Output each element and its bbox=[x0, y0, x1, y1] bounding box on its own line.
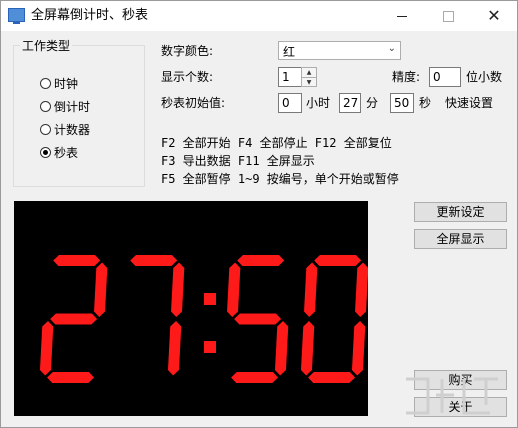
color-value: 红 bbox=[283, 45, 296, 59]
radio-indicator bbox=[40, 123, 51, 135]
app-window: 全屏幕倒计时、秒表 ✕ 工作类型 时钟 倒计时 计数器 秒表 数字颜色: 红 ⌄… bbox=[0, 0, 518, 428]
close-button[interactable]: ✕ bbox=[471, 1, 517, 31]
mode-group: 工作类型 时钟 倒计时 计数器 秒表 bbox=[13, 37, 145, 187]
radio-indicator-selected bbox=[40, 146, 51, 158]
title-bar: 全屏幕倒计时、秒表 ✕ bbox=[1, 1, 517, 31]
digit-0 bbox=[300, 255, 368, 383]
monitor-icon bbox=[8, 8, 25, 24]
color-label: 数字颜色: bbox=[161, 44, 214, 58]
hint-line: F3 导出数据 F11 全屏显示 bbox=[161, 154, 315, 168]
hours-unit: 小时 bbox=[306, 96, 331, 110]
mode-group-title: 工作类型 bbox=[20, 37, 73, 54]
window-title: 全屏幕倒计时、秒表 bbox=[31, 8, 149, 23]
maximize-icon bbox=[442, 10, 454, 22]
radio-countdown[interactable]: 倒计时 bbox=[40, 98, 90, 114]
chevron-down-icon: ⌄ bbox=[387, 43, 396, 54]
radio-label: 计数器 bbox=[54, 122, 91, 137]
minimize-button[interactable] bbox=[379, 1, 425, 31]
seven-segment-readout bbox=[39, 255, 368, 383]
init-label: 秒表初始值: bbox=[161, 96, 226, 110]
watermark-logo bbox=[406, 377, 498, 415]
digit-2 bbox=[39, 255, 108, 383]
precision-field[interactable]: 0 bbox=[429, 67, 461, 87]
color-select[interactable]: 红 ⌄ bbox=[278, 41, 401, 60]
minutes-unit: 分 bbox=[366, 96, 379, 110]
count-label: 显示个数: bbox=[161, 70, 214, 84]
radio-stopwatch[interactable]: 秒表 bbox=[40, 144, 78, 160]
spin-down-icon[interactable]: ▼ bbox=[302, 78, 316, 87]
timer-display bbox=[14, 201, 368, 416]
count-spinner[interactable]: ▲ ▼ bbox=[301, 67, 317, 87]
radio-indicator bbox=[40, 77, 51, 89]
digit-7 bbox=[130, 255, 185, 376]
maximize-button[interactable] bbox=[425, 1, 471, 31]
count-field[interactable]: 1 bbox=[278, 67, 302, 87]
radio-clock[interactable]: 时钟 bbox=[40, 75, 78, 91]
seconds-field[interactable]: 50 bbox=[390, 93, 414, 113]
digit-5 bbox=[227, 255, 289, 383]
radio-indicator bbox=[40, 100, 51, 112]
hint-line: F5 全部暂停 1~9 按编号，单个开始或暂停 bbox=[161, 172, 399, 186]
quick-setup-link[interactable]: 快速设置 bbox=[445, 95, 493, 111]
spin-up-icon[interactable]: ▲ bbox=[302, 68, 316, 78]
close-icon: ✕ bbox=[487, 6, 501, 25]
radio-label: 秒表 bbox=[54, 145, 79, 160]
minutes-field[interactable]: 27 bbox=[339, 93, 361, 113]
precision-label: 精度: bbox=[392, 70, 421, 84]
update-settings-button[interactable]: 更新设定 bbox=[414, 202, 507, 222]
hint-line: F2 全部开始 F4 全部停止 F12 全部复位 bbox=[161, 136, 392, 150]
seconds-unit: 秒 bbox=[419, 96, 432, 110]
minimize-icon bbox=[397, 15, 407, 17]
colon-separator bbox=[204, 293, 216, 353]
precision-unit: 位小数 bbox=[466, 70, 503, 84]
hours-field[interactable]: 0 bbox=[278, 93, 302, 113]
radio-label: 时钟 bbox=[54, 76, 79, 91]
fullscreen-button[interactable]: 全屏显示 bbox=[414, 229, 507, 249]
radio-label: 倒计时 bbox=[54, 99, 91, 114]
radio-counter[interactable]: 计数器 bbox=[40, 121, 90, 137]
